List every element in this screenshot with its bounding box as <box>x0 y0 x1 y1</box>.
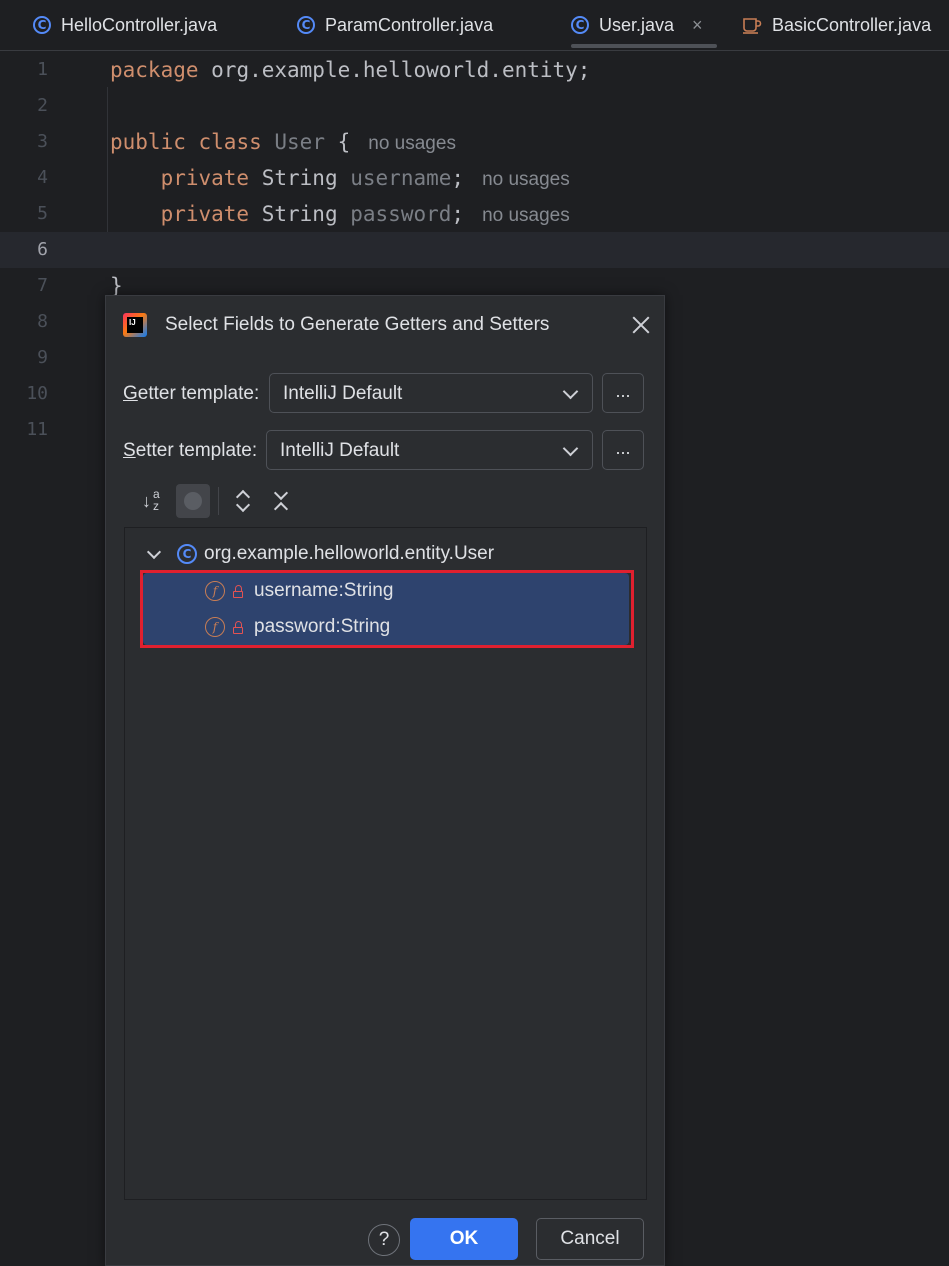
tab-label: ParamController.java <box>325 14 494 35</box>
setter-template-more-button[interactable]: ... <box>602 430 644 470</box>
code-line: 5 private String password; no usages <box>0 196 949 232</box>
class-icon: C <box>33 16 51 34</box>
setter-template-value: IntelliJ Default <box>280 440 400 461</box>
class-icon: C <box>571 16 589 34</box>
tab-label: BasicController.java <box>772 14 932 35</box>
line-number: 8 <box>37 311 48 332</box>
code-text: private String password; no usages <box>160 202 570 226</box>
tab-param-controller[interactable]: C ParamController.java <box>297 0 493 50</box>
inlay-hint: no usages <box>482 169 570 190</box>
getter-template-select[interactable]: IntelliJ Default <box>269 373 593 413</box>
code-text: private String username; no usages <box>160 166 570 190</box>
chevron-down-icon[interactable] <box>146 544 162 560</box>
intellij-logo-icon: IJ <box>123 313 147 337</box>
tree-root-class[interactable]: C org.example.helloworld.entity.User <box>125 538 645 570</box>
expand-all-icon[interactable] <box>234 488 252 514</box>
line-number: 10 <box>26 383 48 404</box>
current-code-line: 6 <box>0 232 949 268</box>
toolbar-separator <box>218 487 219 515</box>
code-line: 4 private String username; no usages <box>0 160 949 196</box>
setter-template-label: Setter template: <box>123 440 258 461</box>
coffee-cup-icon <box>743 18 762 34</box>
highlight-annotation-box <box>140 570 634 648</box>
inlay-hint: no usages <box>482 205 570 226</box>
class-icon: C <box>297 16 315 34</box>
tab-hello-controller[interactable]: C HelloController.java <box>33 0 217 50</box>
tab-basic-controller[interactable]: BasicController.java <box>742 0 931 50</box>
getter-template-more-button[interactable]: ... <box>602 373 644 413</box>
editor-tab-bar: C HelloController.java C ParamController… <box>0 0 949 51</box>
tab-user-java[interactable]: C User.java × <box>571 0 717 50</box>
getter-template-label: Getter template: <box>123 383 260 404</box>
line-number: 11 <box>26 419 48 440</box>
line-number: 5 <box>37 203 48 224</box>
code-line: 1 package org.example.helloworld.entity; <box>0 52 949 88</box>
generate-getters-setters-dialog: IJ Select Fields to Generate Getters and… <box>105 295 665 1266</box>
tab-label: HelloController.java <box>61 14 218 35</box>
collapse-all-icon[interactable] <box>272 485 290 517</box>
line-number: 6 <box>37 239 48 260</box>
help-button[interactable]: ? <box>368 1224 400 1256</box>
code-line: 2 <box>0 88 949 124</box>
chevron-down-icon <box>562 383 579 400</box>
ok-button[interactable]: OK <box>410 1218 518 1260</box>
cancel-button[interactable]: Cancel <box>536 1218 644 1260</box>
class-icon: C <box>177 544 197 564</box>
line-number: 2 <box>37 95 48 116</box>
line-number: 3 <box>37 131 48 152</box>
line-number: 4 <box>37 167 48 188</box>
chevron-down-icon <box>562 440 579 457</box>
code-text: public class User {no usages <box>110 130 456 154</box>
inlay-hint: no usages <box>368 133 456 154</box>
sort-alphabetically-icon[interactable]: ↓ a z <box>142 487 164 513</box>
tree-root-label: org.example.helloworld.entity.User <box>204 543 495 564</box>
line-number: 9 <box>37 347 48 368</box>
line-number: 1 <box>37 59 48 80</box>
dialog-title: Select Fields to Generate Getters and Se… <box>165 314 550 335</box>
close-tab-icon[interactable]: × <box>692 15 703 36</box>
tab-label: User.java <box>599 14 675 35</box>
line-number: 7 <box>37 275 48 296</box>
setter-template-select[interactable]: IntelliJ Default <box>266 430 593 470</box>
code-line: 3 public class User {no usages <box>0 124 949 160</box>
getter-template-value: IntelliJ Default <box>283 383 403 404</box>
close-icon[interactable] <box>630 314 652 336</box>
show-inherited-toggle-icon[interactable] <box>176 484 210 518</box>
code-text: package org.example.helloworld.entity; <box>110 58 591 82</box>
